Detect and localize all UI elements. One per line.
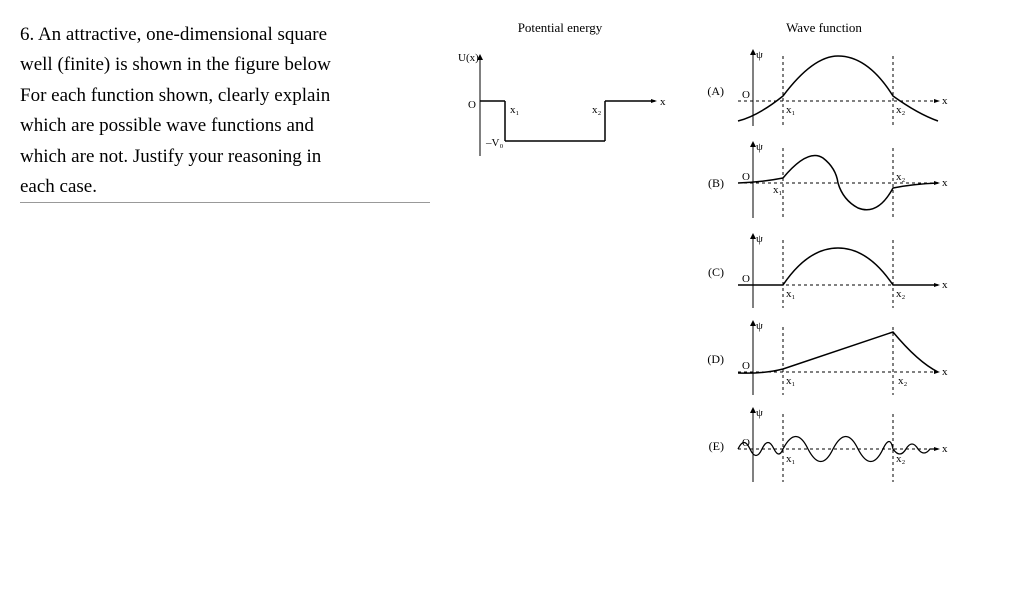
potential-well-plot: U(x) O x x₁ x₂ –V₀ (450, 46, 670, 176)
svg-text:x: x (942, 177, 948, 189)
wavefunction-B: (B) ψ x O x₁ x₂ (700, 138, 948, 228)
label-E: (E) (700, 439, 728, 454)
svg-text:x₁: x₁ (786, 375, 796, 387)
svg-text:ψ: ψ (756, 233, 763, 245)
svg-text:ψ: ψ (756, 407, 763, 419)
svg-text:O: O (742, 89, 750, 101)
question-text: 6. An attractive, one-dimensional square… (20, 20, 430, 203)
potential-title: Potential energy (518, 20, 603, 36)
wavefunction-D: (D) ψ x O x₁ x₂ (700, 317, 948, 402)
svg-text:x₁: x₁ (773, 184, 783, 196)
svg-text:x₁: x₁ (786, 453, 796, 465)
potential-xaxis: x (660, 96, 666, 108)
svg-text:O: O (742, 360, 750, 372)
wavefunction-title: Wave function (786, 20, 862, 36)
label-B: (B) (700, 176, 728, 191)
svg-text:x₁: x₁ (786, 288, 796, 300)
plot-E: ψ x O x₁ x₂ (728, 404, 948, 489)
wavefunction-C: (C) ψ x O x₁ x₂ (700, 230, 948, 315)
label-C: (C) (700, 265, 728, 280)
wavefunction-E: (E) ψ x O x₁ x₂ (700, 404, 948, 489)
svg-text:x₂: x₂ (896, 453, 906, 465)
label-D: (D) (700, 352, 728, 367)
question-line1: An attractive, one-dimensional square (38, 24, 327, 45)
question-line6: each case. (20, 172, 430, 203)
wavefunction-A: (A) ψ x O x₁ x₂ (700, 46, 948, 136)
plot-A: ψ x O x₁ x₂ (728, 46, 948, 136)
question-line4: which are possible wave functions and (20, 115, 314, 136)
page-container: 6. An attractive, one-dimensional square… (20, 20, 1004, 491)
potential-x2: x₂ (592, 104, 602, 116)
potential-x1: x₁ (510, 104, 520, 116)
potential-ylabel: U(x) (458, 52, 479, 64)
svg-text:x₂: x₂ (896, 171, 906, 183)
svg-text:ψ: ψ (756, 49, 763, 61)
figures-area: Potential energy U(x) O x x₁ x₂ (450, 20, 1004, 491)
wavefunction-figures: Wave function (A) ψ x O x₁ x₂ (700, 20, 948, 491)
question-number: 6. (20, 24, 34, 45)
svg-text:x₁: x₁ (786, 104, 796, 116)
svg-text:x₂: x₂ (896, 288, 906, 300)
svg-text:x: x (942, 366, 948, 378)
plot-C: ψ x O x₁ x₂ (728, 230, 948, 315)
label-A: (A) (700, 84, 728, 99)
svg-text:x₂: x₂ (898, 375, 908, 387)
svg-text:O: O (742, 273, 750, 285)
svg-text:ψ: ψ (756, 320, 763, 332)
potential-depth: –V₀ (485, 137, 503, 149)
svg-text:O: O (742, 171, 750, 183)
question-line2: well (finite) is shown in the figure bel… (20, 54, 331, 75)
plot-D: ψ x O x₁ x₂ (728, 317, 948, 402)
plot-B: ψ x O x₁ x₂ (728, 138, 948, 228)
svg-text:x: x (942, 95, 948, 107)
svg-text:x: x (942, 279, 948, 291)
question-line3: For each function shown, clearly explain (20, 85, 330, 106)
potential-energy-figure: Potential energy U(x) O x x₁ x₂ (450, 20, 670, 491)
svg-text:x₂: x₂ (896, 104, 906, 116)
potential-origin: O (468, 99, 476, 111)
svg-text:x: x (942, 443, 948, 455)
question-line5: which are not. Justify your reasoning in (20, 146, 321, 167)
svg-text:ψ: ψ (756, 141, 763, 153)
